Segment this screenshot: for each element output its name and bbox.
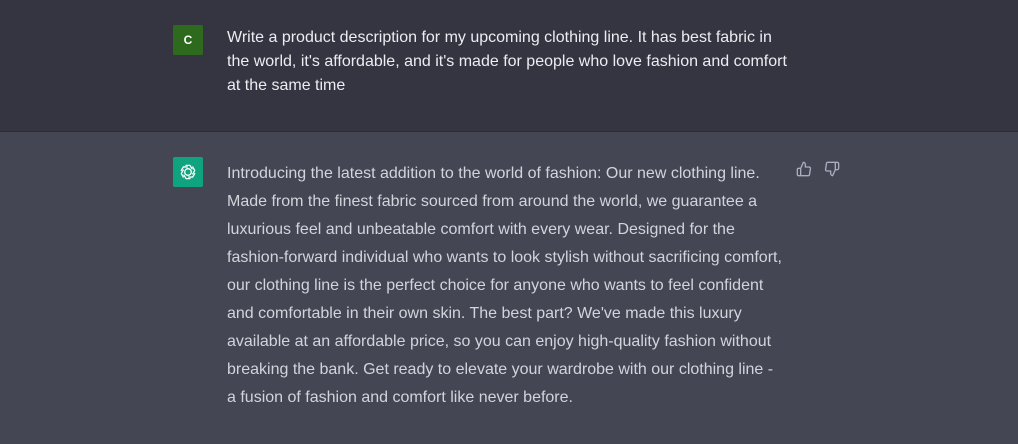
assistant-avatar [173,157,203,187]
user-avatar: C [173,25,203,55]
openai-logo-icon [180,164,196,180]
user-message-text: Write a product description for my upcom… [227,29,787,94]
thumbs-down-button[interactable] [823,160,841,178]
thumbs-down-icon [824,161,840,177]
thumbs-up-button[interactable] [795,160,813,178]
assistant-message-text: Introducing the latest addition to the w… [227,165,782,406]
user-message-row: C Write a product description for my upc… [0,0,1018,132]
thumbs-up-icon [796,161,812,177]
assistant-message-row: Introducing the latest addition to the w… [0,132,1018,444]
